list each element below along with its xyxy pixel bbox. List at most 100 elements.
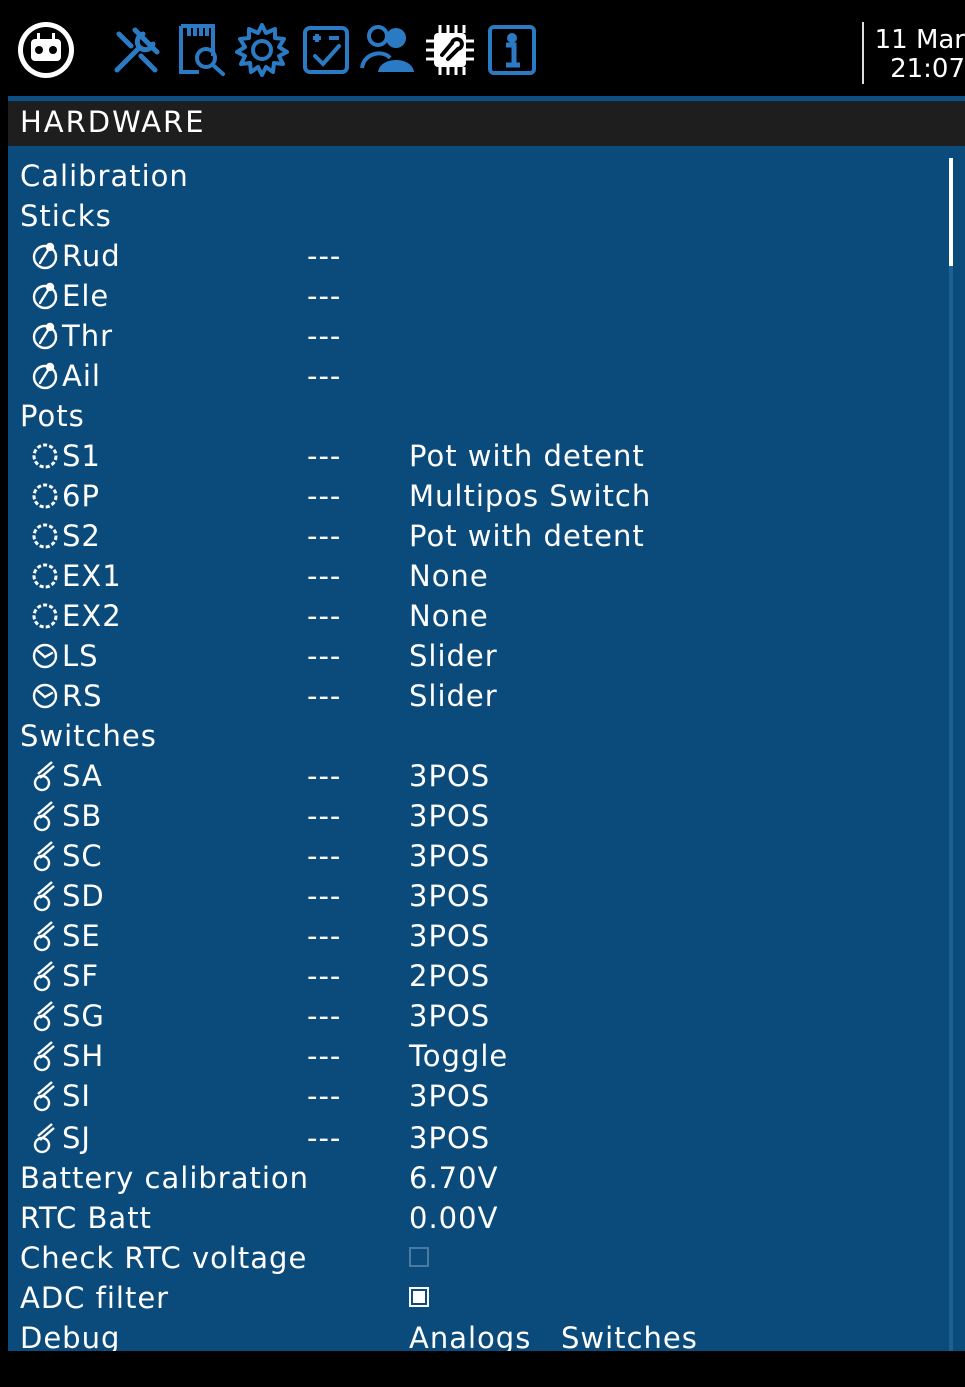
- pot-knob-icon: [30, 521, 62, 551]
- pot-row[interactable]: S1 --- Pot with detent: [8, 436, 948, 476]
- switche-type[interactable]: 3POS: [409, 916, 490, 956]
- switche-name: SG: [30, 996, 105, 1036]
- switche-label: SG: [62, 999, 105, 1033]
- switche-row[interactable]: SJ --- 3POS: [8, 1118, 948, 1158]
- pot-name: LS: [30, 636, 99, 676]
- switche-type[interactable]: 3POS: [409, 836, 490, 876]
- switch-icon: [30, 920, 62, 952]
- stick-name: Rud: [30, 236, 121, 276]
- datetime: 11 Mar 21:07: [872, 26, 965, 84]
- pot-label: 6P: [62, 479, 100, 513]
- adc-filter-checkbox[interactable]: [409, 1287, 429, 1307]
- switche-row[interactable]: SI --- 3POS: [8, 1076, 948, 1116]
- pot-type[interactable]: None: [409, 596, 489, 636]
- pot-name: RS: [30, 676, 103, 716]
- pot-row[interactable]: EX1 --- None: [8, 556, 948, 596]
- switch-icon: [30, 1122, 62, 1154]
- users-icon[interactable]: [360, 20, 418, 80]
- switch-icon: [30, 1000, 62, 1032]
- hardware-chip-icon[interactable]: [422, 20, 478, 80]
- top-bar: 11 Mar 21:07: [8, 8, 965, 101]
- switche-type[interactable]: 3POS: [409, 796, 490, 836]
- switche-name: SC: [30, 836, 103, 876]
- pot-label: S1: [62, 439, 101, 473]
- battery-calibration-value[interactable]: 6.70V: [409, 1158, 498, 1198]
- stick-row[interactable]: Ele ---: [8, 276, 948, 316]
- stick-row[interactable]: Thr ---: [8, 316, 948, 356]
- pot-row[interactable]: S2 --- Pot with detent: [8, 516, 948, 556]
- pot-type[interactable]: Pot with detent: [409, 436, 645, 476]
- switche-type[interactable]: 3POS: [409, 876, 490, 916]
- switche-row[interactable]: SE --- 3POS: [8, 916, 948, 956]
- pot-type[interactable]: Multipos Switch: [409, 476, 651, 516]
- info-icon[interactable]: [484, 20, 540, 80]
- stick-name: Ail: [30, 356, 101, 396]
- pot-label: EX1: [62, 559, 122, 593]
- pot-value: ---: [307, 599, 342, 633]
- model-tools-icon[interactable]: [108, 20, 166, 80]
- pot-name: EX2: [30, 596, 122, 636]
- pot-row[interactable]: LS --- Slider: [8, 636, 948, 676]
- switche-value: ---: [307, 959, 342, 993]
- pot-knob-icon: [30, 441, 62, 471]
- adc-filter-label: ADC filter: [20, 1281, 170, 1315]
- stick-name: Ele: [30, 276, 109, 316]
- battery-calibration-row: Battery calibration 6.70V: [8, 1158, 948, 1198]
- stick-row[interactable]: Ail ---: [8, 356, 948, 396]
- switche-type[interactable]: 3POS: [409, 756, 490, 796]
- pot-type[interactable]: Pot with detent: [409, 516, 645, 556]
- stick-value: ---: [307, 279, 342, 313]
- pot-label: RS: [62, 679, 103, 713]
- calibration-label[interactable]: Calibration: [20, 156, 189, 196]
- switch-icon: [30, 960, 62, 992]
- stick-value: ---: [307, 319, 342, 353]
- switch-icon: [30, 840, 62, 872]
- switch-icon: [30, 760, 62, 792]
- switche-label: SF: [62, 959, 100, 993]
- switche-row[interactable]: SG --- 3POS: [8, 996, 948, 1036]
- switche-row[interactable]: SC --- 3POS: [8, 836, 948, 876]
- switche-type[interactable]: 3POS: [409, 1118, 490, 1158]
- stick-row[interactable]: Rud ---: [8, 236, 948, 276]
- switche-value: ---: [307, 839, 342, 873]
- pot-label: EX2: [62, 599, 122, 633]
- switche-type[interactable]: Toggle: [409, 1036, 508, 1076]
- switche-value: ---: [307, 799, 342, 833]
- sd-card-icon[interactable]: [172, 20, 228, 80]
- switche-type[interactable]: 3POS: [409, 996, 490, 1036]
- switche-row[interactable]: SA --- 3POS: [8, 756, 948, 796]
- pot-type[interactable]: Slider: [409, 676, 498, 716]
- pot-type[interactable]: Slider: [409, 636, 498, 676]
- stick-icon: [30, 281, 62, 311]
- switche-name: SJ: [30, 1118, 91, 1158]
- switche-row[interactable]: SH --- Toggle: [8, 1036, 948, 1076]
- switche-type[interactable]: 2POS: [409, 956, 490, 996]
- pot-row[interactable]: 6P --- Multipos Switch: [8, 476, 948, 516]
- switche-row[interactable]: SF --- 2POS: [8, 956, 948, 996]
- switche-row[interactable]: SD --- 3POS: [8, 876, 948, 916]
- scrollbar-thumb[interactable]: [949, 158, 953, 266]
- switche-label: SC: [62, 839, 103, 873]
- debug-switches-button[interactable]: Switches: [561, 1318, 698, 1351]
- check-rtc-voltage-checkbox[interactable]: [409, 1247, 429, 1267]
- debug-row: Debug Analogs Switches: [8, 1318, 948, 1351]
- rtc-batt-value: 0.00V: [409, 1201, 499, 1235]
- pot-row[interactable]: EX2 --- None: [8, 596, 948, 636]
- calibration-row[interactable]: Calibration: [8, 156, 948, 196]
- check-rtc-voltage-row: Check RTC voltage: [8, 1238, 948, 1278]
- checklist-icon[interactable]: [298, 20, 354, 80]
- switche-row[interactable]: SB --- 3POS: [8, 796, 948, 836]
- scrollbar-track[interactable]: [949, 158, 953, 1351]
- check-rtc-voltage-label: Check RTC voltage: [20, 1241, 308, 1275]
- bottom-bar: [8, 1351, 965, 1387]
- pot-value: ---: [307, 559, 342, 593]
- pot-row[interactable]: RS --- Slider: [8, 676, 948, 716]
- settings-gear-icon[interactable]: [232, 20, 292, 80]
- switche-type[interactable]: 3POS: [409, 1076, 490, 1116]
- pot-type[interactable]: None: [409, 556, 489, 596]
- switch-icon: [30, 800, 62, 832]
- radio-menu-icon[interactable]: [14, 20, 78, 80]
- switche-name: SI: [30, 1076, 91, 1116]
- pot-knob-icon: [30, 481, 62, 511]
- debug-analogs-button[interactable]: Analogs: [409, 1318, 531, 1351]
